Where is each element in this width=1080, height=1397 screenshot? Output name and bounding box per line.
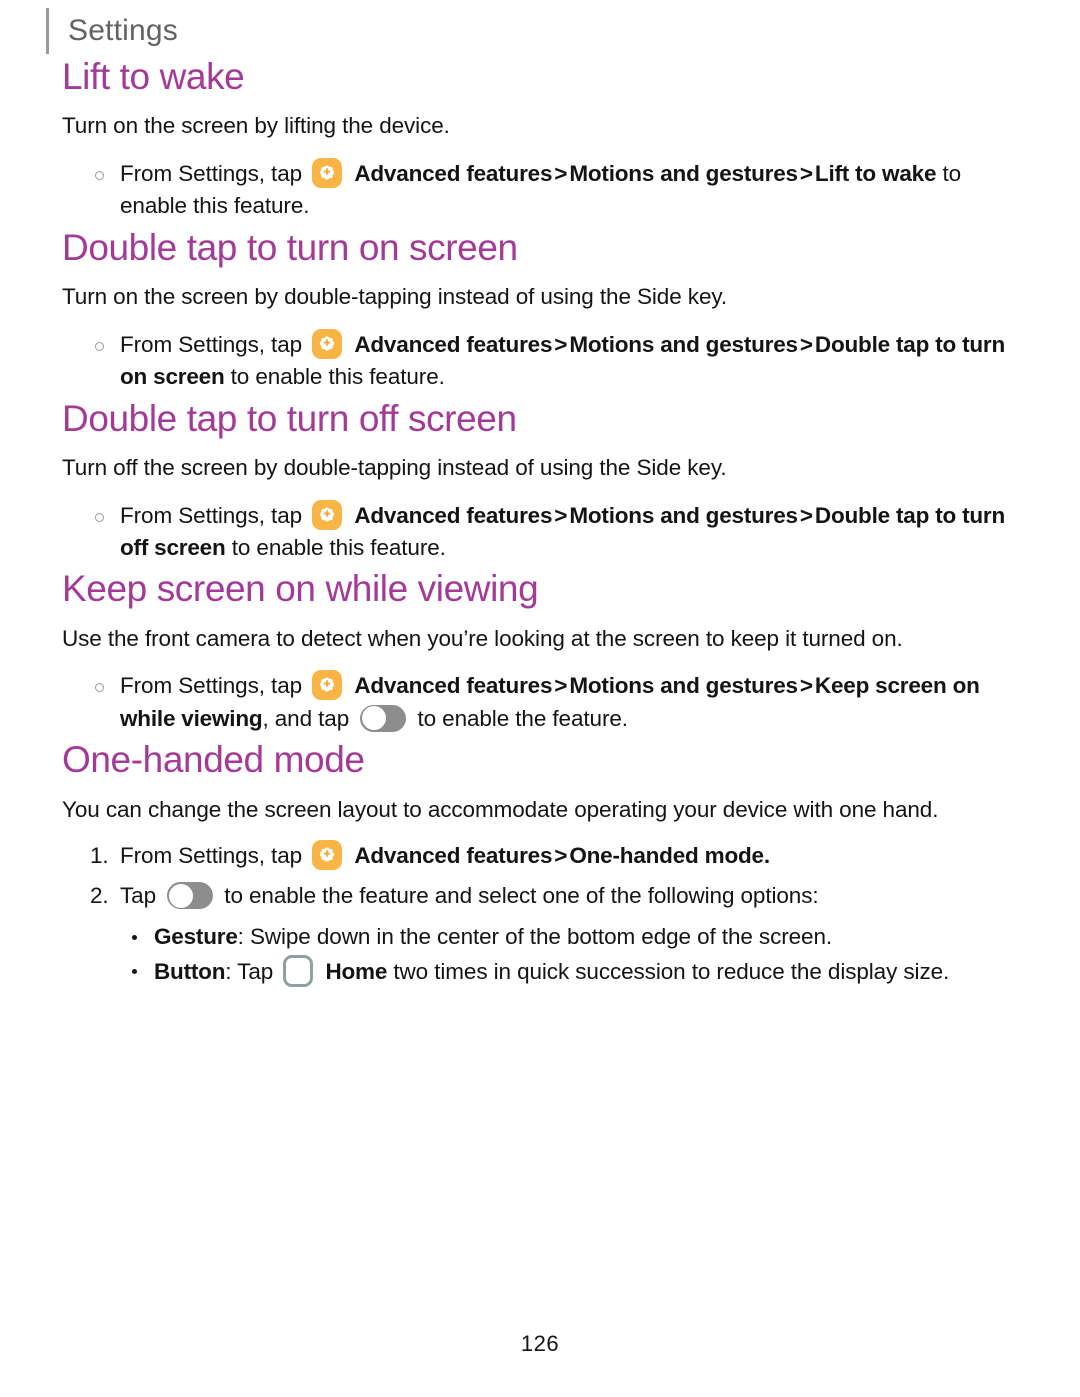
option-text-after: two times in quick succession to reduce …: [393, 959, 950, 985]
steps-list-double-tap-on: From Settings, tap Advanced features>Mot…: [62, 328, 1022, 394]
advanced-features-gear-icon[interactable]: [312, 328, 343, 359]
toggle-switch-off-icon[interactable]: [167, 882, 214, 910]
step-separator: >: [799, 331, 813, 357]
step-tail-text: to enable the feature and select one of …: [224, 883, 819, 909]
step-bold-motions-gestures: Motions and gestures: [569, 502, 798, 528]
list-item: Gesture: Swipe down in the center of the…: [62, 921, 1022, 954]
option-bold-home: Home: [325, 959, 388, 985]
step-separator: >: [554, 331, 568, 357]
step-lead-text: From Settings, tap: [120, 331, 303, 357]
section-intro-lift-to-wake: Turn on the screen by lifting the device…: [62, 113, 450, 139]
list-item: 1. From Settings, tap Advanced features>…: [62, 839, 1022, 873]
step-tail-text: to enable the feature.: [417, 705, 628, 731]
document-page: Settings Lift to wake Turn on the screen…: [0, 0, 1080, 1397]
section-heading-keep-screen-on: Keep screen on while viewing: [62, 568, 539, 610]
home-key-icon[interactable]: [283, 955, 314, 988]
step-bold-advanced-features: Advanced features: [354, 843, 553, 869]
step-tail-text: to enable this feature.: [231, 535, 446, 561]
section-intro-double-tap-off: Turn off the screen by double-tapping in…: [62, 455, 727, 481]
option-label-button: Button: [154, 959, 226, 985]
section-intro-double-tap-on: Turn on the screen by double-tapping ins…: [62, 284, 727, 310]
step-separator: >: [554, 161, 568, 187]
list-item: From Settings, tap Advanced features>Mot…: [62, 328, 1022, 394]
step-lead-text: From Settings, tap: [120, 161, 303, 187]
step-lead-text: From Settings, tap: [120, 502, 303, 528]
step-bold-motions-gestures: Motions and gestures: [569, 673, 798, 699]
list-item: 2. Tap to enable the feature and select …: [62, 879, 1022, 913]
section-intro-one-handed-mode: You can change the screen layout to acco…: [62, 796, 939, 822]
steps-list-double-tap-off: From Settings, tap Advanced features>Mot…: [62, 499, 1022, 565]
list-item: From Settings, tap Advanced features>Mot…: [62, 158, 1022, 223]
step-bold-advanced-features: Advanced features: [354, 673, 553, 699]
step-number: 1.: [90, 843, 109, 869]
step-bold-target: Lift to wake: [814, 161, 937, 187]
toggle-switch-off-icon[interactable]: [360, 704, 407, 732]
steps-list-lift-to-wake: From Settings, tap Advanced features>Mot…: [62, 158, 1022, 223]
step-separator: >: [554, 673, 568, 699]
advanced-features-gear-icon[interactable]: [312, 158, 343, 189]
numbered-steps-one-handed-mode: 1. From Settings, tap Advanced features>…: [62, 839, 1022, 913]
step-lead-text: From Settings, tap: [120, 843, 303, 869]
toggle-knob: [360, 705, 387, 732]
toggle-knob: [167, 882, 194, 909]
step-lead-text: Tap: [120, 883, 156, 909]
header-divider-rule: [46, 8, 49, 54]
step-tail-text: to enable this feature.: [230, 364, 445, 390]
running-header: Settings: [46, 8, 1080, 56]
step-lead-text: From Settings, tap: [120, 673, 303, 699]
advanced-features-gear-icon[interactable]: [312, 499, 343, 530]
step-separator: >: [554, 843, 568, 869]
option-text-gesture: : Swipe down in the center of the bottom…: [237, 923, 833, 949]
section-heading-double-tap-on: Double tap to turn on screen: [62, 226, 518, 268]
option-label-gesture: Gesture: [154, 923, 238, 949]
list-item: From Settings, tap Advanced features>Mot…: [62, 670, 1022, 735]
section-heading-one-handed-mode: One-handed mode: [62, 739, 365, 781]
step-separator: >: [799, 502, 813, 528]
step-bold-motions-gestures: Motions and gestures: [569, 161, 798, 187]
options-list-one-handed-mode: Gesture: Swipe down in the center of the…: [62, 921, 1022, 989]
step-bold-advanced-features: Advanced features: [354, 502, 553, 528]
step-separator: >: [799, 673, 813, 699]
step-bold-target: One-handed mode.: [569, 843, 770, 869]
section-intro-keep-screen-on: Use the front camera to detect when you’…: [62, 625, 903, 651]
list-item: From Settings, tap Advanced features>Mot…: [62, 499, 1022, 565]
steps-list-keep-screen-on: From Settings, tap Advanced features>Mot…: [62, 670, 1022, 735]
step-number: 2.: [90, 883, 109, 909]
step-bold-motions-gestures: Motions and gestures: [569, 331, 798, 357]
advanced-features-gear-icon[interactable]: [312, 840, 343, 871]
step-mid-text: , and tap: [262, 705, 350, 731]
step-bold-advanced-features: Advanced features: [354, 331, 553, 357]
list-item: Button: Tap Home two times in quick succ…: [62, 955, 1022, 989]
step-separator: >: [799, 161, 813, 187]
page-number: 126: [520, 1331, 560, 1356]
page-content: Lift to wake Turn on the screen by lifti…: [62, 56, 1022, 989]
section-heading-double-tap-off: Double tap to turn off screen: [62, 397, 517, 439]
step-bold-advanced-features: Advanced features: [354, 161, 553, 187]
option-text-before: : Tap: [225, 959, 274, 985]
step-separator: >: [554, 502, 568, 528]
section-heading-lift-to-wake: Lift to wake: [62, 56, 245, 97]
running-header-title: Settings: [68, 14, 178, 47]
advanced-features-gear-icon[interactable]: [312, 670, 343, 701]
